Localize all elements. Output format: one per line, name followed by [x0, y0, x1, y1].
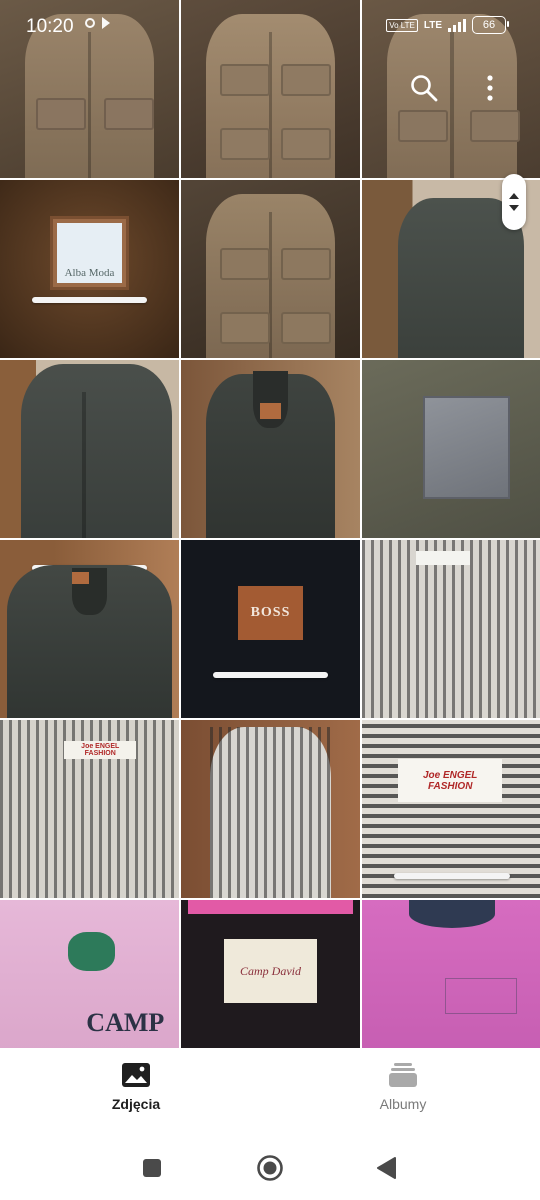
fast-scroll-handle[interactable] — [502, 174, 526, 230]
photo-thumbnail[interactable]: CAMP — [0, 900, 179, 1048]
status-indicators: Vo LTE LTE 66 — [386, 16, 509, 34]
recents-button[interactable] — [130, 1150, 174, 1186]
status-bar: 10:20 Vo LTE LTE 66 — [0, 0, 540, 54]
system-navigation-bar — [0, 1140, 540, 1200]
network-type: LTE — [423, 19, 442, 31]
back-icon — [377, 1157, 396, 1179]
pocket — [470, 110, 521, 143]
zipper — [82, 392, 86, 538]
clothing-label: Camp David — [223, 939, 318, 1004]
shirt-stripes — [362, 540, 540, 718]
pocket — [35, 97, 86, 130]
clothing-label — [71, 572, 90, 585]
hanger — [32, 297, 147, 304]
clothing-label — [68, 932, 115, 972]
pocket — [398, 110, 449, 143]
photo-thumbnail[interactable] — [0, 540, 179, 718]
photo-thumbnail[interactable] — [362, 360, 540, 538]
pocket — [281, 64, 332, 97]
pocket — [281, 311, 332, 344]
pocket — [220, 128, 271, 161]
shirt-print — [444, 978, 517, 1014]
collar — [408, 900, 496, 929]
clothing-label: Joe ENGEL FASHION — [64, 741, 137, 760]
photo-thumbnail[interactable] — [362, 540, 540, 718]
back-button[interactable] — [364, 1150, 408, 1186]
shirt-print-text: CAMP — [86, 1007, 165, 1037]
battery-level: 66 — [482, 19, 496, 31]
search-icon — [411, 75, 438, 102]
scroll-arrows-icon — [509, 193, 519, 211]
volte-icon: Vo LTE — [386, 18, 418, 32]
notification-icon — [85, 17, 110, 29]
pocket — [220, 247, 271, 280]
fabric-patch — [423, 395, 510, 499]
home-icon — [257, 1155, 283, 1181]
hanger — [394, 873, 510, 880]
status-time: 10:20 — [26, 16, 74, 37]
bottom-navigation: Zdjęcia Albumy — [0, 1048, 540, 1140]
photo-grid: Alba Moda BOSS Joe ENGEL FASHION Joe ENG… — [0, 0, 540, 1048]
shirt-stripes — [362, 720, 540, 898]
battery-icon: 66 — [472, 16, 509, 34]
clothing-label — [416, 550, 470, 565]
signal-icon — [448, 18, 466, 32]
recents-icon — [143, 1159, 161, 1177]
notification-icons — [82, 14, 120, 37]
photo-thumbnail[interactable]: Camp David — [181, 900, 360, 1048]
clothing-label — [259, 402, 282, 419]
nav-photos-label: Zdjęcia — [111, 1096, 161, 1112]
pocket — [281, 247, 332, 280]
clothing-label: Joe ENGEL FASHION — [398, 759, 503, 802]
pocket — [281, 128, 332, 161]
photo-thumbnail[interactable] — [181, 720, 360, 898]
pocket — [220, 311, 271, 344]
photo-thumbnail[interactable]: Joe ENGEL FASHION — [0, 720, 179, 898]
photo-thumbnail[interactable] — [181, 360, 360, 538]
search-button[interactable] — [404, 68, 444, 108]
photo-thumbnail[interactable] — [0, 360, 179, 538]
pocket — [103, 97, 154, 130]
label-text: Alba Moda — [57, 222, 122, 284]
shirt-stripes — [209, 727, 332, 898]
clothing-label: BOSS — [238, 586, 303, 640]
nav-albums-label: Albumy — [379, 1096, 427, 1112]
home-button[interactable] — [248, 1150, 292, 1186]
garment-shape — [21, 363, 172, 538]
nav-photos[interactable]: Zdjęcia — [56, 1062, 216, 1112]
clothing-label: Alba Moda — [50, 215, 129, 291]
pocket — [220, 64, 271, 97]
hanger — [213, 671, 328, 678]
more-options-button[interactable] — [470, 68, 510, 108]
albums-icon — [389, 1063, 417, 1087]
photo-thumbnail[interactable] — [181, 180, 360, 358]
photo-thumbnail[interactable]: Joe ENGEL FASHION — [362, 720, 540, 898]
collar — [252, 370, 289, 428]
more-vert-icon — [487, 75, 493, 101]
photo-thumbnail[interactable] — [362, 900, 540, 1048]
nav-albums[interactable]: Albumy — [323, 1062, 483, 1112]
photo-thumbnail[interactable]: Alba Moda — [0, 180, 179, 358]
photos-icon — [122, 1063, 150, 1087]
garment-shape — [188, 900, 353, 915]
photo-thumbnail[interactable]: BOSS — [181, 540, 360, 718]
